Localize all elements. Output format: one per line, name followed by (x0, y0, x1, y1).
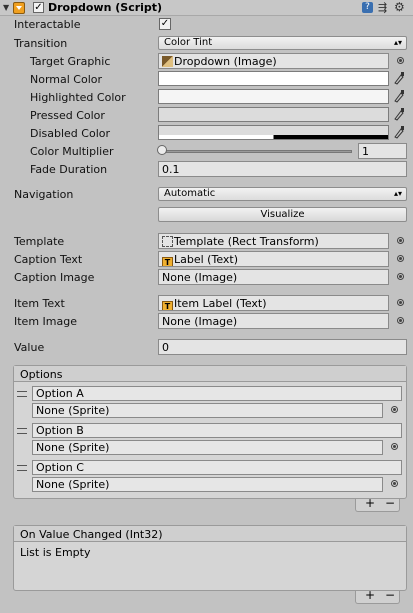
normal-color-swatch[interactable] (158, 71, 389, 86)
caption-text-field[interactable]: T Label (Text) (158, 251, 389, 267)
transition-dropdown[interactable]: Color Tint ▴▾ (158, 36, 407, 50)
options-header: Options (14, 366, 406, 382)
add-option-button[interactable]: + (365, 496, 375, 510)
target-graphic-label: Target Graphic (30, 55, 111, 68)
caption-image-label: Caption Image (14, 271, 95, 284)
object-picker-icon[interactable] (391, 443, 398, 450)
color-multiplier-slider-thumb[interactable] (157, 145, 167, 155)
template-label: Template (14, 235, 65, 248)
add-listener-button[interactable]: + (365, 588, 375, 602)
object-picker-icon[interactable] (397, 273, 404, 280)
pressed-color-swatch[interactable] (158, 107, 389, 122)
component-title: Dropdown (Script) (48, 1, 163, 14)
option-image-field[interactable]: None (Sprite) (32, 440, 383, 455)
target-graphic-value: Dropdown (Image) (174, 55, 277, 68)
dropdown-arrow-icon: ▴▾ (393, 38, 402, 47)
drag-handle-icon[interactable] (17, 391, 27, 397)
component-enabled-checkbox[interactable]: ✓ (33, 2, 44, 13)
remove-listener-button[interactable]: − (385, 588, 395, 602)
color-multiplier-slider-track[interactable] (161, 150, 352, 153)
eyedropper-icon[interactable] (393, 71, 405, 85)
transition-value: Color Tint (164, 37, 213, 48)
object-picker-icon[interactable] (397, 317, 404, 324)
pressed-color-label: Pressed Color (30, 109, 105, 122)
foldout-arrow-icon[interactable]: ▼ (3, 3, 9, 12)
preset-icon[interactable]: ⇶ (378, 1, 387, 14)
target-graphic-field[interactable]: Dropdown (Image) (158, 53, 389, 69)
object-picker-icon[interactable] (391, 480, 398, 487)
transition-label: Transition (14, 37, 68, 50)
text-component-icon: T (162, 257, 173, 266)
drag-handle-icon[interactable] (17, 465, 27, 471)
normal-color-label: Normal Color (30, 73, 103, 86)
color-multiplier-label: Color Multiplier (30, 145, 114, 158)
eyedropper-icon[interactable] (393, 125, 405, 139)
eyedropper-icon[interactable] (393, 89, 405, 103)
item-image-field[interactable]: None (Image) (158, 313, 389, 329)
caption-text-label: Caption Text (14, 253, 83, 266)
object-picker-icon[interactable] (397, 57, 404, 64)
help-icon[interactable]: ? (362, 2, 373, 13)
caption-text-value: Label (Text) (174, 253, 239, 266)
template-value: Template (Rect Transform) (174, 235, 319, 248)
highlighted-color-swatch[interactable] (158, 89, 389, 104)
visualize-button[interactable]: Visualize (158, 207, 407, 222)
option-image-field[interactable]: None (Sprite) (32, 477, 383, 492)
template-field[interactable]: Template (Rect Transform) (158, 233, 389, 249)
color-multiplier-input[interactable]: 1 (358, 143, 407, 159)
item-image-label: Item Image (14, 315, 77, 328)
rect-transform-icon (162, 236, 173, 247)
highlighted-color-label: Highlighted Color (30, 91, 126, 104)
fade-duration-input[interactable]: 0.1 (158, 161, 407, 177)
navigation-value: Automatic (164, 188, 216, 199)
gear-icon[interactable]: ⚙ (394, 0, 405, 14)
options-footer: + − (355, 496, 400, 512)
navigation-dropdown[interactable]: Automatic ▴▾ (158, 187, 407, 201)
item-text-value: Item Label (Text) (174, 297, 267, 310)
caption-image-field[interactable]: None (Image) (158, 269, 389, 285)
event-footer: + − (355, 588, 400, 604)
event-header: On Value Changed (Int32) (14, 526, 406, 542)
navigation-label: Navigation (14, 188, 74, 201)
eyedropper-icon[interactable] (393, 107, 405, 121)
option-text-field[interactable]: Option B (32, 423, 402, 438)
item-text-field[interactable]: T Item Label (Text) (158, 295, 389, 311)
item-text-label: Item Text (14, 297, 65, 310)
object-picker-icon[interactable] (397, 255, 404, 262)
disabled-color-label: Disabled Color (30, 127, 111, 140)
event-empty-text: List is Empty (20, 546, 91, 559)
script-icon (13, 2, 25, 14)
image-icon (162, 56, 173, 67)
interactable-label: Interactable (14, 18, 81, 31)
interactable-checkbox[interactable]: ✓ (159, 18, 171, 30)
drag-handle-icon[interactable] (17, 428, 27, 434)
remove-option-button[interactable]: − (385, 496, 395, 510)
object-picker-icon[interactable] (397, 237, 404, 244)
text-component-icon: T (162, 301, 173, 310)
on-value-changed-event: On Value Changed (Int32) List is Empty (13, 525, 407, 591)
object-picker-icon[interactable] (397, 299, 404, 306)
value-input[interactable]: 0 (158, 339, 407, 355)
fade-duration-label: Fade Duration (30, 163, 108, 176)
option-image-field[interactable]: None (Sprite) (32, 403, 383, 418)
object-picker-icon[interactable] (391, 406, 398, 413)
disabled-color-swatch[interactable] (158, 125, 389, 140)
option-text-field[interactable]: Option C (32, 460, 402, 475)
value-label: Value (14, 341, 45, 354)
component-header: ▼ ✓ Dropdown (Script) ? ⇶ ⚙ (0, 0, 413, 16)
option-text-field[interactable]: Option A (32, 386, 402, 401)
dropdown-arrow-icon: ▴▾ (393, 189, 402, 198)
